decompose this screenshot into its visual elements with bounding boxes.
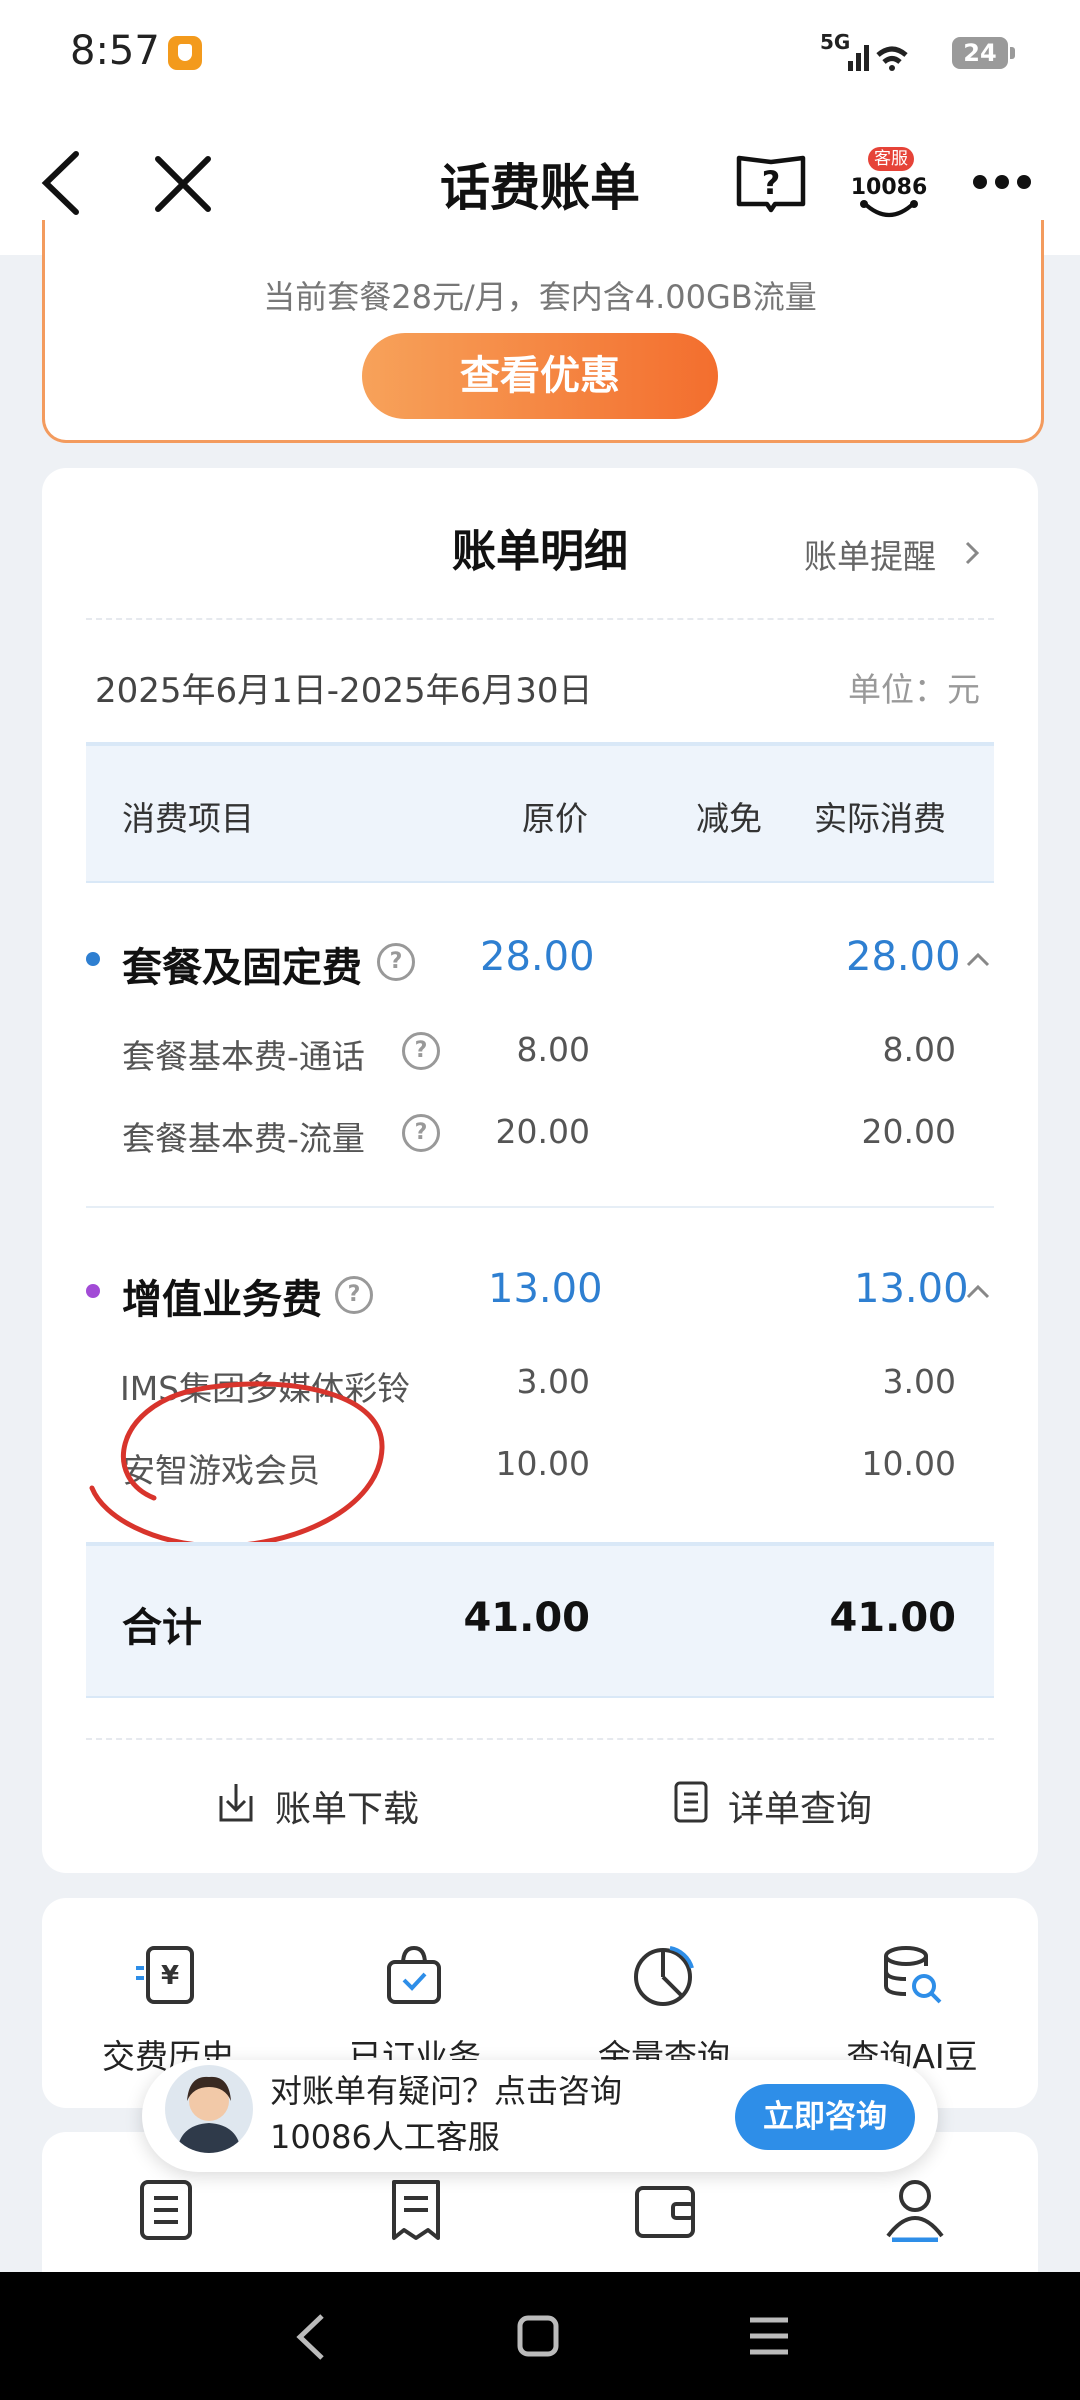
line-item-actual: 10.00 — [861, 1444, 956, 1483]
col-item: 消费项目 — [122, 799, 254, 838]
download-icon — [219, 1784, 253, 1822]
col-discount: 减免 — [696, 799, 762, 838]
view-offers-button[interactable]: 查看优惠 — [362, 333, 718, 419]
bill-reminder-link[interactable]: 账单提醒 — [804, 530, 994, 576]
tab-wallet-icon[interactable] — [633, 2180, 697, 2240]
detail-query-label: 详单查询 — [728, 1789, 873, 1830]
divider — [86, 1206, 994, 1208]
col-original: 原价 — [522, 799, 588, 838]
customer-service-button[interactable]: 客服 10086 — [850, 145, 928, 225]
help-icon[interactable]: ? — [377, 943, 415, 981]
section-title: 增值业务费 — [122, 1277, 322, 1323]
section-actual: 13.00 — [854, 1266, 969, 1312]
service-number: 10086 — [850, 175, 928, 200]
shopping-bag-icon — [387, 1945, 441, 2004]
section-dot — [86, 1284, 100, 1298]
line-item-original: 10.00 — [495, 1444, 590, 1483]
section-title: 套餐及固定费 — [122, 945, 362, 991]
consult-now-button[interactable]: 立即咨询 — [735, 2084, 915, 2150]
notification-icon — [168, 36, 202, 70]
list-document-icon — [674, 1781, 708, 1823]
status-bar — [0, 0, 1080, 110]
line-item-original: 20.00 — [495, 1112, 590, 1151]
bill-reminder-label: 账单提醒 — [804, 537, 936, 576]
section-original: 28.00 — [480, 934, 595, 980]
total-actual: 41.00 — [829, 1595, 956, 1641]
tab-list-icon[interactable] — [138, 2178, 194, 2242]
section-dot — [86, 952, 100, 966]
currency-unit: 单位：元 — [848, 670, 980, 709]
network-type: 5G — [820, 30, 851, 54]
payment-history-icon: ¥ — [136, 1946, 194, 2004]
collapse-chevron-icon[interactable] — [965, 950, 991, 968]
agent-avatar — [165, 2065, 253, 2153]
total-label: 合计 — [122, 1605, 202, 1651]
battery-indicator: 24 — [952, 37, 1015, 69]
consult-service: 10086人工客服 — [270, 2118, 500, 2156]
svg-text:?: ? — [762, 164, 781, 202]
coins-search-icon — [884, 1946, 942, 2004]
help-guide-icon[interactable]: ? — [735, 152, 807, 214]
nav-back-icon[interactable] — [292, 2312, 328, 2362]
status-time: 8:57 — [70, 28, 160, 74]
svg-text:¥: ¥ — [161, 1961, 179, 1991]
plan-summary: 当前套餐28元/月，套内含4.00GB流量 — [263, 278, 817, 316]
consult-question: 对账单有疑问？点击咨询 — [270, 2072, 623, 2110]
section-actual: 28.00 — [846, 934, 961, 980]
col-actual: 实际消费 — [814, 799, 946, 838]
help-icon[interactable]: ? — [335, 1276, 373, 1314]
line-item-name: 套餐基本费-通话 — [122, 1037, 365, 1076]
annotation-circle — [89, 1381, 385, 1549]
divider — [86, 618, 994, 620]
bill-download-button[interactable]: 账单下载 — [215, 1776, 435, 1832]
bill-download-label: 账单下载 — [275, 1789, 420, 1830]
section-original: 13.00 — [488, 1266, 603, 1312]
collapse-chevron-icon[interactable] — [965, 1282, 991, 1300]
nav-home-icon[interactable] — [516, 2314, 560, 2358]
tab-receipt-icon[interactable] — [388, 2178, 444, 2242]
total-original: 41.00 — [463, 1595, 590, 1641]
nav-menu-icon[interactable] — [746, 2316, 792, 2356]
billing-period: 2025年6月1日-2025年6月30日 — [95, 671, 593, 711]
line-item-actual: 20.00 — [861, 1112, 956, 1151]
line-item-original: 8.00 — [516, 1030, 590, 1069]
detail-query-button[interactable]: 详单查询 — [672, 1776, 912, 1832]
line-item-original: 3.00 — [516, 1362, 590, 1401]
signal-wifi-icon — [848, 45, 908, 71]
pie-chart-icon — [634, 1946, 694, 2006]
more-options-icon[interactable] — [970, 170, 1034, 194]
service-tag: 客服 — [868, 147, 914, 171]
divider — [86, 1738, 994, 1740]
tab-profile-icon[interactable] — [882, 2176, 948, 2242]
line-item-actual: 3.00 — [882, 1362, 956, 1401]
line-item-actual: 8.00 — [882, 1030, 956, 1069]
chevron-right-icon — [965, 541, 980, 565]
line-item-name: 套餐基本费-流量 — [122, 1119, 365, 1158]
